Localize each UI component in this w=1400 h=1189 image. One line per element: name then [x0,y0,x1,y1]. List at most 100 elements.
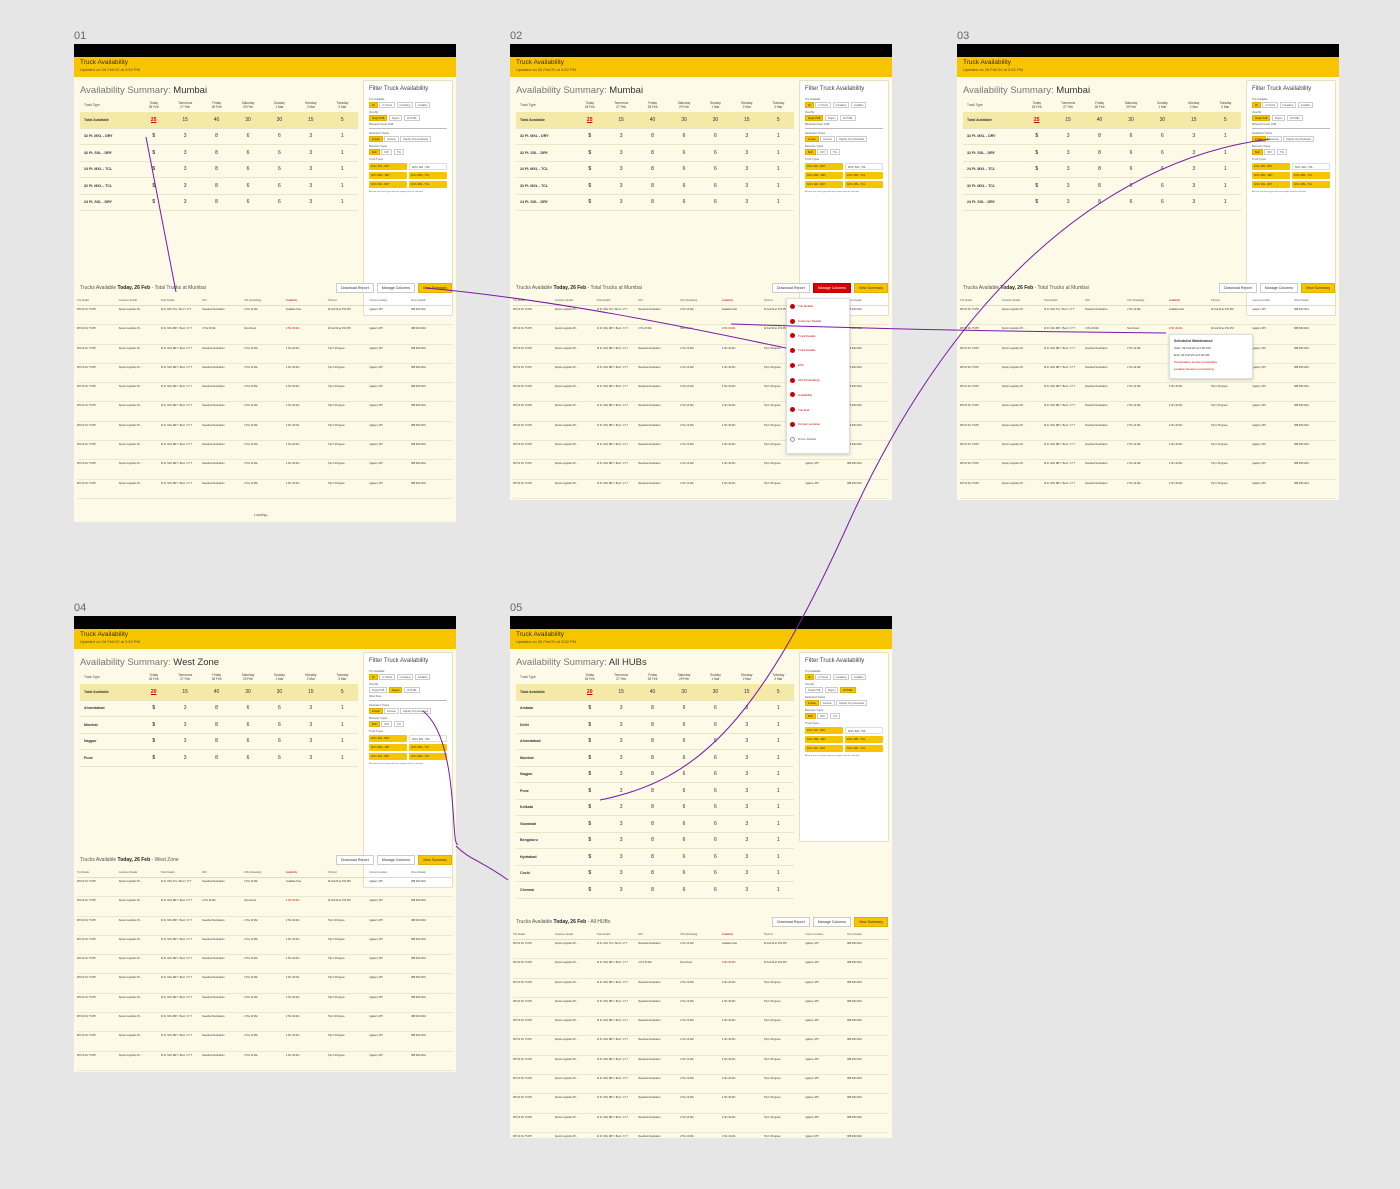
row-value[interactable]: 3 [295,738,326,744]
menu-item[interactable]: Current Location [790,420,846,435]
checkbox-icon[interactable] [790,318,795,324]
trip-row[interactable]: MH 04 FG 7723H Spoton Logistics Pri... 24 … [77,994,453,1014]
business-chip[interactable]: Both [369,721,380,727]
view-summary-button[interactable]: View Summary [853,283,888,293]
row-value[interactable]: 3 [605,887,636,893]
column-header[interactable]: Driver Details [411,299,453,302]
checkbox-icon[interactable] [790,407,795,413]
trip-row[interactable]: MH 04 FG 7723H Spoton Logistics Pri... 24 … [77,460,453,480]
trip-chip[interactable]: In Transit [379,102,396,108]
total-value[interactable]: 40 [637,117,668,123]
view-chip[interactable]: Single HUB [1252,115,1271,121]
truck-type-chip[interactable]: 32 Ft. MXL - TCL [845,181,883,188]
row-value[interactable]: 1 [763,870,794,876]
row-value[interactable]: 8 [637,722,668,728]
row-value[interactable]: 3 [295,133,326,139]
trip-chip[interactable]: Available [1297,102,1314,108]
view-summary-button[interactable]: View Summary [1300,283,1335,293]
row-value[interactable]: 5 [138,199,169,205]
row-value[interactable]: 1 [327,755,358,761]
trip-row[interactable]: MH 04 FG 7723H Spoton Logistics Pri... 24 … [77,480,453,499]
row-value[interactable]: 5 [138,166,169,172]
column-header[interactable]: Customer Details [555,933,597,936]
business-chip[interactable]: Both [1252,149,1263,155]
row-value[interactable]: 8 [637,150,668,156]
row-value[interactable]: 6 [668,150,699,156]
row-value[interactable]: 8 [637,183,668,189]
trip-row[interactable]: MH 04 FG 7723H Spoton Logistics Pri... 24 … [513,480,889,499]
summary-row[interactable]: 32 Ft. MXL - TCL 5 3 8 6 6 3 1 [516,178,794,195]
column-header[interactable]: Availability [286,299,328,302]
row-value[interactable]: 6 [232,150,263,156]
view-chip[interactable]: All HUBs [1286,115,1303,121]
summary-row[interactable]: 32 Ft. SXL - DRY 5 3 8 6 6 3 1 [516,145,794,162]
checkbox-icon[interactable] [790,362,795,368]
business-chip[interactable]: DRY [817,713,829,719]
truck-type-chip[interactable]: 24 Ft. MXL - TCL [845,736,883,743]
summary-row[interactable]: 24 Ft. MXL - TCL 5 3 8 6 6 3 1 [80,162,358,178]
column-header[interactable]: Customer Details [119,871,161,874]
menu-item[interactable]: Trip Details [790,302,846,317]
truck-type-chip[interactable]: 24 Ft. SXL - DRY [369,735,407,742]
view-chip[interactable]: Single HUB [805,687,824,693]
summary-row[interactable]: Pune 5 3 8 6 6 3 1 [516,783,794,800]
summary-row[interactable]: Guwahati 5 3 8 6 6 3 1 [516,816,794,833]
trip-row[interactable]: MH 04 FG 7723H Spoton Logistics Pri... 24 … [513,1056,889,1076]
row-value[interactable]: 8 [637,133,668,139]
trip-row[interactable]: MH 04 FG 7723H Spoton Logistics Pri... 24 … [77,422,453,442]
row-value[interactable]: 5 [574,804,605,810]
row-value[interactable]: 3 [605,804,636,810]
row-value[interactable]: 6 [668,854,699,860]
dedicated-chip[interactable]: Display Only Dedicated [836,136,868,142]
business-chip[interactable]: TCL [1276,149,1288,155]
row-value[interactable]: 1 [763,166,794,172]
row-value[interactable]: 3 [731,804,762,810]
trip-row[interactable]: MH 04 FG 7723H Spoton Logistics Pri... 24 … [77,897,453,917]
row-value[interactable]: 3 [731,150,762,156]
row-value[interactable]: 8 [1084,183,1115,189]
column-header[interactable]: Truck Details [597,933,639,936]
checkbox-icon[interactable] [790,348,795,354]
total-value[interactable]: 5 [763,689,794,695]
row-value[interactable]: 6 [1147,133,1178,139]
trip-row[interactable]: MH 04 FG 7723H Spoton Logistics Pri... 24 … [513,998,889,1018]
total-value[interactable]: 30 [264,117,295,123]
row-value[interactable]: 3 [169,133,200,139]
download-button[interactable]: Download Report [335,855,374,865]
row-value[interactable]: 3 [1052,133,1083,139]
row-value[interactable]: 3 [1052,199,1083,205]
truck-type-chip[interactable]: 32 Ft. SXL - TCL [1292,163,1330,170]
summary-row[interactable]: 32 Ft. MXL - DRY 5 3 8 6 6 3 1 [963,129,1241,145]
row-value[interactable]: 6 [700,771,731,777]
trip-chip[interactable]: In Transit [1262,102,1279,108]
trip-row[interactable]: MH 04 FG 7723H Spoton Logistics Pri... 24 … [77,402,453,422]
view-summary-button[interactable]: View Summary [417,855,452,865]
column-header[interactable]: Trip End [328,299,370,302]
truck-type-chip[interactable]: 24 Ft. MXL - TCL [1292,172,1330,179]
column-header[interactable]: Trip End [328,871,370,874]
row-value[interactable]: 3 [295,183,326,189]
row-value[interactable]: 6 [232,183,263,189]
trip-row[interactable]: MH 04 FG 7723H Spoton Logistics Pri... 24 … [77,878,453,898]
row-value[interactable]: 8 [637,199,668,205]
business-chip[interactable]: Both [805,149,816,155]
summary-row[interactable]: Nagpur 5 3 8 6 6 3 1 [516,767,794,783]
row-value[interactable]: 5 [1021,166,1052,172]
menu-item[interactable]: Driver Details [790,435,846,450]
row-value[interactable]: 1 [763,133,794,139]
row-value[interactable]: 5 [574,133,605,139]
trip-chip[interactable]: All [805,102,814,108]
view-chip[interactable]: All HUBs [839,115,856,121]
manage-columns-button[interactable]: Manage Columns [376,283,415,293]
row-value[interactable]: 3 [1178,150,1209,156]
dedicated-chip[interactable]: Include [805,136,819,142]
trip-chip[interactable]: In Transit [815,102,832,108]
download-button[interactable]: Download Report [771,283,810,293]
column-header[interactable]: ATA (Unloading) [680,933,722,936]
row-value[interactable]: 8 [201,705,232,711]
business-chip[interactable]: TCL [829,149,841,155]
row-value[interactable]: 8 [201,199,232,205]
checkbox-icon[interactable] [790,436,795,442]
trip-chip[interactable]: All [369,102,378,108]
row-value[interactable]: 6 [264,755,295,761]
